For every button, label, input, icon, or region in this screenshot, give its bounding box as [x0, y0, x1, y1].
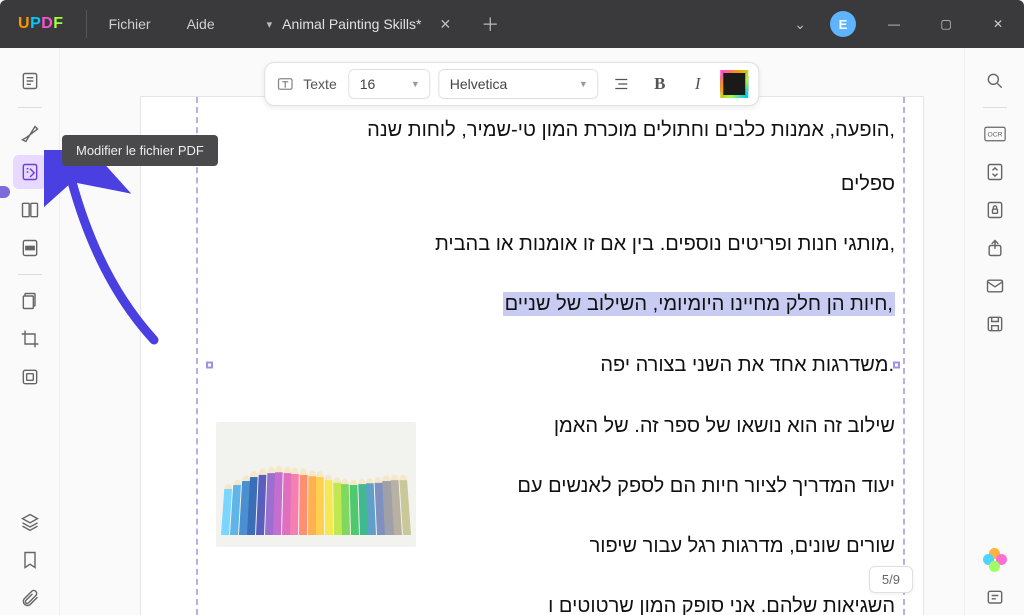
- selected-text[interactable]: ,חיות הן חלק מחיינו היומיומי, השילוב של …: [503, 292, 895, 316]
- save-icon[interactable]: [978, 307, 1012, 341]
- organize-tool[interactable]: [13, 193, 47, 227]
- resize-handle-right[interactable]: [893, 362, 900, 369]
- search-icon[interactable]: [978, 64, 1012, 98]
- dropdown-icon[interactable]: ⌄: [794, 16, 806, 33]
- app-logo: UPDF: [0, 15, 82, 33]
- close-tab-icon[interactable]: ✕: [439, 16, 451, 33]
- attachment-icon[interactable]: [13, 581, 47, 615]
- reader-tool[interactable]: [13, 64, 47, 98]
- left-sidebar: [0, 48, 60, 615]
- document-page[interactable]: ,הופעה, אמנות כלבים וחתולים מוכרת המון ט…: [140, 96, 924, 615]
- bold-button[interactable]: B: [645, 69, 675, 99]
- paragraph[interactable]: שורים שונים, מדרגות רגל עבור שיפור: [512, 531, 895, 561]
- italic-button[interactable]: I: [683, 69, 713, 99]
- layers-icon[interactable]: [13, 505, 47, 539]
- chevron-down-icon: ▾: [267, 18, 273, 31]
- right-sidebar: OCR: [964, 48, 1024, 615]
- document-tab[interactable]: ▾ Animal Painting Skills* ✕: [257, 0, 462, 48]
- title-bar: UPDF Fichier Aide ▾ Animal Painting Skil…: [0, 0, 1024, 48]
- menu-file[interactable]: Fichier: [91, 16, 169, 32]
- paragraph[interactable]: ,חיות הן חלק מחיינו היומיומי, השילוב של …: [211, 289, 895, 319]
- paragraph[interactable]: ,הופעה, אמנות כלבים וחתולים מוכרת המון ט…: [211, 115, 895, 145]
- text-format-toolbar: Texte 16▼ Helvetica▼ B I: [264, 62, 759, 106]
- ai-assistant-icon[interactable]: [978, 543, 1012, 577]
- paragraph[interactable]: ,מותגי חנות ופריטים נוספים. בין אם זו או…: [211, 229, 895, 259]
- separator: [86, 10, 87, 38]
- paragraph[interactable]: שילוב זה הוא נושאו של ספר זה. של האמן: [512, 411, 895, 441]
- tab-title: Animal Painting Skills*: [282, 16, 421, 32]
- page-indicator[interactable]: 5/9: [869, 566, 913, 593]
- user-avatar[interactable]: E: [830, 11, 856, 37]
- workspace: Texte 16▼ Helvetica▼ B I ,הופעה, אמנות כ…: [0, 48, 1024, 615]
- paragraph[interactable]: השגיאות שלהם. אני סופק המון שרטוטים ו: [211, 591, 895, 615]
- text-tool-label: Texte: [303, 76, 336, 92]
- align-icon[interactable]: [607, 69, 637, 99]
- convert-icon[interactable]: [978, 155, 1012, 189]
- close-window-button[interactable]: ✕: [984, 17, 1012, 31]
- new-tab-button[interactable]: ＋: [481, 11, 499, 37]
- protect-icon[interactable]: [978, 193, 1012, 227]
- watermark-tool[interactable]: [13, 360, 47, 394]
- margin-guide-right: [903, 97, 905, 615]
- text-color-picker[interactable]: [721, 70, 749, 98]
- crop-tool[interactable]: [13, 322, 47, 356]
- tooltip-edit-pdf: Modifier le fichier PDF: [62, 135, 218, 166]
- font-size-select[interactable]: 16▼: [349, 69, 431, 99]
- notes-panel-icon[interactable]: [978, 581, 1012, 615]
- resize-handle-left[interactable]: [206, 362, 213, 369]
- font-family-select[interactable]: Helvetica▼: [439, 69, 599, 99]
- share-icon[interactable]: [978, 231, 1012, 265]
- minimize-button[interactable]: ―: [880, 17, 908, 31]
- ocr-icon[interactable]: OCR: [978, 117, 1012, 151]
- menu-help[interactable]: Aide: [169, 16, 233, 32]
- maximize-button[interactable]: ▢: [932, 17, 960, 31]
- redact-tool[interactable]: [13, 231, 47, 265]
- pages-tool[interactable]: [13, 284, 47, 318]
- text-box[interactable]: .משדרגות אחד את השני בצורה יפה: [211, 349, 895, 381]
- text-tool-icon[interactable]: [275, 74, 295, 94]
- paragraph[interactable]: יעוד המדריך לציור חיות הם לספק לאנשים עם: [512, 471, 895, 501]
- comment-tool[interactable]: [13, 117, 47, 151]
- edit-pdf-tool[interactable]: [13, 155, 47, 189]
- canvas-area: Texte 16▼ Helvetica▼ B I ,הופעה, אמנות כ…: [60, 48, 964, 615]
- bookmark-icon[interactable]: [13, 543, 47, 577]
- svg-text:OCR: OCR: [987, 132, 1002, 139]
- embedded-image-pencils[interactable]: [216, 422, 416, 547]
- paragraph[interactable]: ספלים: [211, 169, 895, 199]
- email-icon[interactable]: [978, 269, 1012, 303]
- margin-guide-left: [196, 97, 198, 615]
